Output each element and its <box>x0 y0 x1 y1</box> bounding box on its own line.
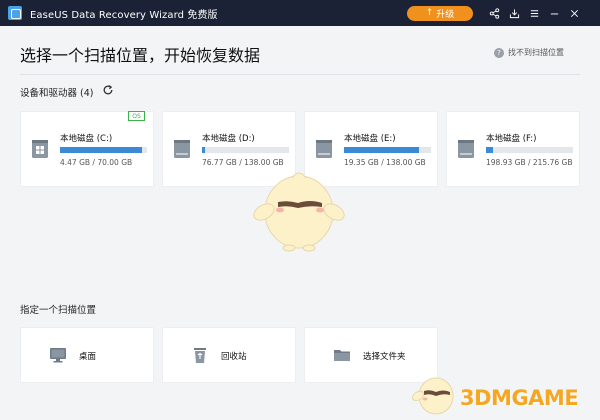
drive-name: 本地磁盘 (C:) <box>60 134 113 144</box>
import-icon[interactable] <box>504 0 524 26</box>
drive-name: 本地磁盘 (E:) <box>344 134 396 144</box>
drive-size: 4.47 GB / 70.00 GB <box>60 158 133 167</box>
window-controls <box>484 0 584 26</box>
drive-name: 本地磁盘 (D:) <box>202 134 255 144</box>
upgrade-label: 升级 <box>436 10 455 20</box>
drive-usage-bar <box>486 147 573 153</box>
upgrade-button[interactable]: ↑ 升级 <box>407 6 473 21</box>
share-icon[interactable] <box>484 0 504 26</box>
hard-drive-icon <box>174 140 190 158</box>
drive-usage-bar <box>202 147 289 153</box>
watermark-text: 3DMGAME <box>460 386 579 410</box>
drive-usage-bar <box>344 147 431 153</box>
hard-drive-icon <box>316 140 332 158</box>
hard-drive-icon <box>458 140 474 158</box>
app-logo-icon <box>8 6 22 20</box>
windows-drive-icon <box>32 140 48 158</box>
devices-section-label: 设备和驱动器 (4) <box>20 88 94 99</box>
drive-card-c[interactable]: OS 本地磁盘 (C:) 4.47 GB / 70.00 GB <box>20 111 154 187</box>
desktop-icon <box>50 348 66 363</box>
drive-size: 19.35 GB / 138.00 GB <box>344 158 426 167</box>
arrow-up-icon: ↑ <box>425 8 434 18</box>
help-link-label: 找不到扫描位置 <box>508 48 564 57</box>
recycle-bin-icon <box>194 348 206 363</box>
os-badge: OS <box>128 111 145 121</box>
refresh-icon[interactable] <box>102 84 114 96</box>
divider <box>20 74 580 75</box>
drive-name: 本地磁盘 (F:) <box>486 134 537 144</box>
drive-card-f[interactable]: 本地磁盘 (F:) 198.93 GB / 215.76 GB <box>446 111 580 187</box>
page-title: 选择一个扫描位置，开始恢复数据 <box>20 46 261 65</box>
location-label: 回收站 <box>221 352 247 362</box>
title-bar: EaseUS Data Recovery Wizard 免费版 ↑ 升级 <box>0 0 600 26</box>
location-label: 桌面 <box>79 352 97 362</box>
mascot-watermark-image <box>253 172 345 252</box>
folder-icon <box>334 350 350 361</box>
location-recycle-bin[interactable]: 回收站 <box>162 327 296 383</box>
locations-section-label: 指定一个扫描位置 <box>20 305 97 316</box>
location-label: 选择文件夹 <box>363 352 406 362</box>
app-title: EaseUS Data Recovery Wizard 免费版 <box>30 9 218 21</box>
close-icon[interactable] <box>564 0 584 26</box>
help-icon: ? <box>494 47 504 58</box>
menu-icon[interactable] <box>524 0 544 26</box>
minimize-icon[interactable] <box>544 0 564 26</box>
help-link[interactable]: ? 找不到扫描位置 <box>494 47 564 58</box>
drive-size: 198.93 GB / 215.76 GB <box>486 158 573 167</box>
location-desktop[interactable]: 桌面 <box>20 327 154 383</box>
drive-usage-bar <box>60 147 147 153</box>
corner-mascot-watermark-image <box>411 377 454 415</box>
